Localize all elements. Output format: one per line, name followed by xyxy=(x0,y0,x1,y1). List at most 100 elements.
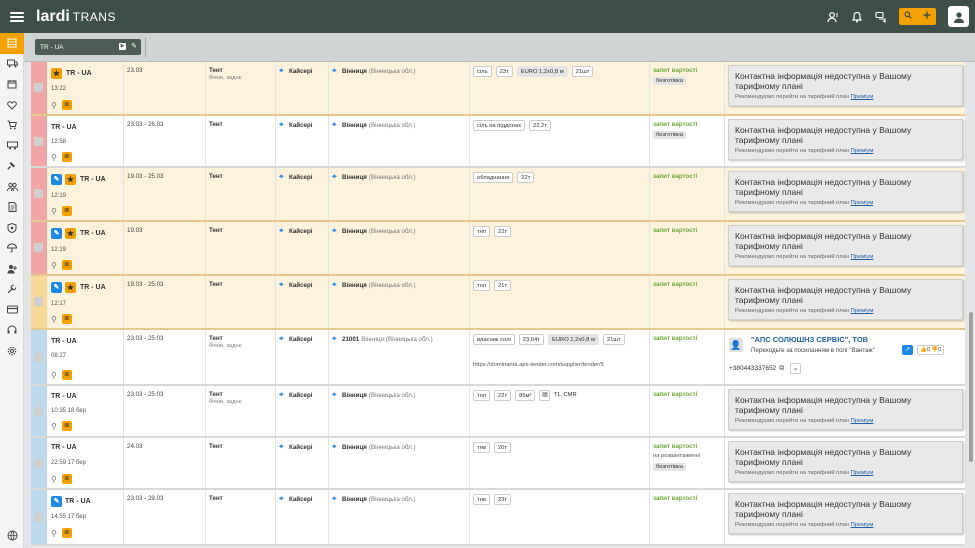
from-city[interactable]: Кайсері xyxy=(289,174,312,181)
globe-icon[interactable] xyxy=(0,530,24,544)
plus-icon[interactable] xyxy=(923,11,931,22)
to-city[interactable]: Вінниця xyxy=(342,282,367,289)
edit-icon[interactable]: ✎ xyxy=(51,496,62,507)
table-row[interactable]: ✎ ★ TR - UA 12:19 ⚲ ≣ 19.03 Тент ⌖ Кайсері ⌖… xyxy=(31,222,965,276)
to-city[interactable]: Вінниця xyxy=(342,444,367,451)
documents-icon[interactable]: ≣ xyxy=(61,314,72,324)
sidebar-cart-icon[interactable] xyxy=(0,115,24,136)
route-pins-icon[interactable]: ⚲ xyxy=(51,315,57,324)
documents-icon[interactable]: ≣ xyxy=(61,421,72,431)
contact-phone[interactable]: +380443337652 xyxy=(729,365,776,372)
documents-icon[interactable]: ≣ xyxy=(61,206,72,216)
route-pins-icon[interactable]: ⚲ xyxy=(51,207,57,216)
search-icon[interactable] xyxy=(904,11,913,22)
bell-icon[interactable] xyxy=(851,11,863,23)
from-city[interactable]: Кайсері xyxy=(289,496,312,503)
from-city[interactable]: Кайсері xyxy=(289,444,312,451)
premium-link[interactable]: Преміум xyxy=(851,94,874,100)
to-city[interactable]: Вінниця xyxy=(342,174,367,181)
to-city[interactable]: Вінниця xyxy=(342,68,367,75)
documents-icon[interactable]: ≣ xyxy=(61,370,72,380)
to-city[interactable]: Вінниця xyxy=(342,122,367,129)
documents-icon[interactable]: ≣ xyxy=(61,100,72,110)
to-city[interactable]: Вінниця xyxy=(361,336,384,343)
table-row[interactable]: ✎ TR - UA 14:55 17 бер ⚲ ≣ 23.03 - 29.03 Т… xyxy=(31,490,965,546)
row-checkbox[interactable] xyxy=(34,407,43,416)
route-pins-icon[interactable]: ⚲ xyxy=(51,101,57,110)
user-settings-icon[interactable] xyxy=(827,11,839,23)
route-pins-icon[interactable]: ⚲ xyxy=(51,529,57,538)
from-city[interactable]: Кайсері xyxy=(289,68,312,75)
saved-filter-tab[interactable]: TR - UA ▶ ✎ xyxy=(35,39,141,55)
sidebar-trailer-icon[interactable] xyxy=(0,136,24,157)
play-icon[interactable]: ▶ xyxy=(119,43,126,50)
sidebar-auction-icon[interactable] xyxy=(0,156,24,177)
cargo-note[interactable]: https://dominanta.aps-tender.com/supplie… xyxy=(473,361,643,370)
route-pins-icon[interactable]: ⚲ xyxy=(51,261,57,270)
table-row[interactable]: TR - UA 12:58 ⚲ ≣ 23.03 - 26.03 Тент ⌖ Кай… xyxy=(31,116,965,168)
row-checkbox[interactable] xyxy=(34,513,43,522)
edit-icon[interactable]: ✎ xyxy=(131,42,137,50)
sidebar-users-icon[interactable] xyxy=(0,177,24,198)
sidebar-umbrella-icon[interactable] xyxy=(0,238,24,259)
row-checkbox[interactable] xyxy=(34,189,43,198)
documents-icon[interactable]: ≣ xyxy=(61,528,72,538)
documents-icon[interactable]: ≣ xyxy=(61,260,72,270)
row-checkbox[interactable] xyxy=(34,459,43,468)
sidebar-tools-icon[interactable] xyxy=(0,279,24,300)
logo[interactable]: lardi TRANS xyxy=(36,8,116,26)
from-city[interactable]: Кайсері xyxy=(289,122,312,129)
from-city[interactable]: Кайсері xyxy=(289,282,312,289)
route-pins-icon[interactable]: ⚲ xyxy=(51,153,57,162)
sidebar-partners-icon[interactable] xyxy=(0,259,24,280)
premium-link[interactable]: Преміум xyxy=(851,308,874,314)
sidebar-headset-icon[interactable] xyxy=(0,320,24,341)
route-pins-icon[interactable]: ⚲ xyxy=(51,422,57,431)
documents-icon[interactable]: ≣ xyxy=(61,152,72,162)
row-checkbox[interactable] xyxy=(34,137,43,146)
from-city[interactable]: Кайсері xyxy=(289,392,312,399)
avatar-icon[interactable] xyxy=(948,6,969,27)
company-name[interactable]: "АПС СОЛЮШНЗ СЕРВІС", ТОВ xyxy=(751,335,868,344)
row-checkbox[interactable] xyxy=(34,243,43,252)
table-row[interactable]: TR - UA 10:35 18 бер ⚲ ≣ 23.03 - 25.03 Те… xyxy=(31,386,965,438)
premium-link[interactable]: Преміум xyxy=(851,200,874,206)
table-row[interactable]: TR - UA 08:27 ⚲ ≣ 23.03 - 25.03 Тент бічне… xyxy=(31,330,965,386)
rating-votes[interactable]: 👍0 👎0 xyxy=(917,345,945,355)
chat-icon[interactable] xyxy=(875,11,887,23)
documents-icon[interactable]: ≣ xyxy=(61,474,72,484)
route-pins-icon[interactable]: ⚲ xyxy=(51,475,57,484)
table-row[interactable]: ✎ ★ TR - UA 12:19 ⚲ ≣ 19.03 - 25.03 Тент ⌖ К… xyxy=(31,168,965,222)
to-city[interactable]: Вінниця xyxy=(342,496,367,503)
premium-link[interactable]: Преміум xyxy=(851,522,874,528)
edit-icon[interactable]: ✎ xyxy=(51,228,62,239)
sidebar-truck-icon[interactable] xyxy=(0,54,24,75)
to-city[interactable]: Вінниця xyxy=(342,392,367,399)
sidebar-heart-icon[interactable] xyxy=(0,95,24,116)
sidebar-document-icon[interactable] xyxy=(0,197,24,218)
edit-icon[interactable]: ✎ xyxy=(51,174,62,185)
premium-link[interactable]: Преміум xyxy=(851,418,874,424)
vertical-scrollbar[interactable] xyxy=(969,312,973,462)
premium-link[interactable]: Преміум xyxy=(851,148,874,154)
chevron-down-icon[interactable]: ⌄ xyxy=(790,363,802,374)
premium-link[interactable]: Преміум xyxy=(851,254,874,260)
row-checkbox[interactable] xyxy=(34,297,43,306)
from-city[interactable]: Кайсері xyxy=(289,228,312,235)
table-row[interactable]: TR - UA 22:59 17 бер ⚲ ≣ 24.03 Тент ⌖ Кайс… xyxy=(31,438,965,490)
to-city[interactable]: Вінниця xyxy=(342,228,367,235)
sidebar-settings-icon[interactable] xyxy=(0,341,24,362)
row-checkbox[interactable] xyxy=(34,83,43,92)
sidebar-cargo-icon[interactable] xyxy=(0,33,24,54)
table-row[interactable]: ✎ ★ TR - UA 12:17 ⚲ ≣ 19.03 - 25.03 Тент ⌖ К… xyxy=(31,276,965,330)
sidebar-card-icon[interactable] xyxy=(0,300,24,321)
premium-link[interactable]: Преміум xyxy=(851,470,874,476)
edit-icon[interactable]: ✎ xyxy=(51,282,62,293)
menu-icon[interactable] xyxy=(10,11,24,22)
route-pins-icon[interactable]: ⚲ xyxy=(51,371,57,380)
row-checkbox[interactable] xyxy=(34,353,43,362)
sidebar-calendar-icon[interactable] xyxy=(0,74,24,95)
copy-icon[interactable]: ⧉ xyxy=(779,365,784,373)
table-row[interactable]: ★ TR - UA 13:22 ⚲ ≣ 23.03 Тент бічне, заднє… xyxy=(31,62,965,116)
sidebar-shield-icon[interactable] xyxy=(0,218,24,239)
